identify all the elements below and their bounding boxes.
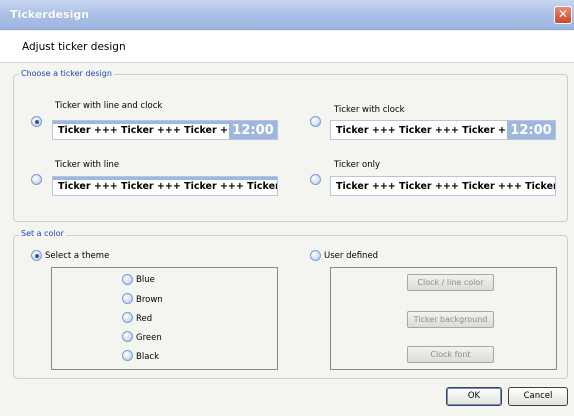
dialog-header: Adjust ticker design xyxy=(0,31,574,63)
radio-theme-black[interactable] xyxy=(122,350,133,361)
preview-clock: 12:00 xyxy=(229,121,277,139)
theme-list-box xyxy=(51,267,278,370)
preview-text: Ticker +++ Ticker +++ Ticker +++ Ticker … xyxy=(58,181,278,192)
cancel-button[interactable]: Cancel xyxy=(508,387,568,406)
theme-label-brown: Brown xyxy=(136,295,163,305)
radio-theme-brown[interactable] xyxy=(122,293,133,304)
theme-label-red: Red xyxy=(136,314,153,324)
preview-clock-only: Ticker +++ Ticker +++ Ticker +++ T 12:00 xyxy=(330,120,556,140)
preview-text: Ticker +++ Ticker +++ Ticker +++ T xyxy=(336,125,532,136)
preview-clock: 12:00 xyxy=(507,121,555,139)
preview-line-and-clock: Ticker +++ Ticker +++ Ticker +++ T 12:00 xyxy=(52,120,278,140)
option-label-clock: Ticker with clock xyxy=(334,105,405,115)
theme-label-green: Green xyxy=(136,333,162,343)
radio-theme-red[interactable] xyxy=(122,312,133,323)
theme-label-blue: Blue xyxy=(136,275,155,285)
radio-theme-blue[interactable] xyxy=(122,274,133,285)
preview-text: Ticker +++ Ticker +++ Ticker +++ T xyxy=(58,125,254,136)
radio-clock[interactable] xyxy=(310,116,321,127)
close-button[interactable]: ✕ xyxy=(554,6,572,24)
select-theme-label: Select a theme xyxy=(45,251,110,261)
clock-line-color-button[interactable]: Clock / line color xyxy=(407,274,494,291)
color-group-legend: Set a color xyxy=(19,229,66,238)
user-defined-label: User defined xyxy=(324,251,379,261)
radio-theme-green[interactable] xyxy=(122,331,133,342)
ticker-background-button[interactable]: Ticker background xyxy=(407,311,494,328)
title-bar: Tickerdesign ✕ xyxy=(0,0,574,30)
design-group-legend: Choose a ticker design xyxy=(19,69,114,78)
radio-select-theme[interactable] xyxy=(31,250,42,261)
preview-line-only: Ticker +++ Ticker +++ Ticker +++ Ticker … xyxy=(52,176,278,196)
option-label-line-and-clock: Ticker with line and clock xyxy=(55,101,163,111)
preview-ticker-only: Ticker +++ Ticker +++ Ticker +++ Ticker … xyxy=(330,176,556,196)
radio-ticker-only[interactable] xyxy=(310,174,321,185)
window-title: Tickerdesign xyxy=(10,8,90,21)
option-label-line: Ticker with line xyxy=(55,160,120,170)
dialog-heading: Adjust ticker design xyxy=(22,41,126,53)
radio-user-defined[interactable] xyxy=(310,250,321,261)
radio-line-and-clock[interactable] xyxy=(31,116,42,127)
close-icon: ✕ xyxy=(557,7,569,21)
ok-button[interactable]: OK xyxy=(446,387,502,406)
preview-line xyxy=(53,177,277,180)
theme-label-black: Black xyxy=(136,352,159,362)
radio-line[interactable] xyxy=(31,174,42,185)
clock-font-button[interactable]: Clock font xyxy=(407,346,494,363)
option-label-ticker-only: Ticker only xyxy=(334,160,380,170)
preview-text: Ticker +++ Ticker +++ Ticker +++ Ticker … xyxy=(336,181,556,192)
design-group xyxy=(13,74,568,222)
